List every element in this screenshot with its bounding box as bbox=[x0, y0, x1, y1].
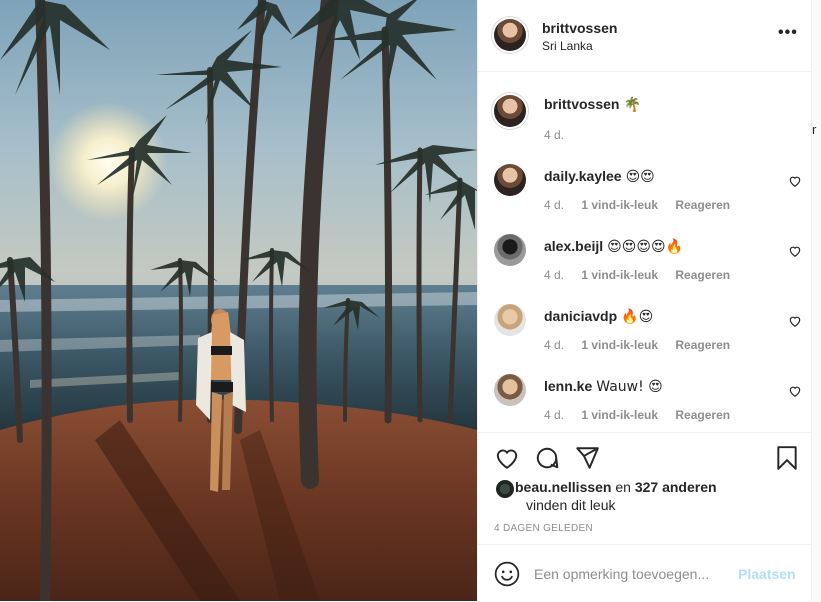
comment-username[interactable]: alex.beijl bbox=[544, 238, 603, 254]
caption-text: 🌴 bbox=[623, 97, 641, 113]
comment-meta: 4 d. 1 vind-ik-leuk Reageren bbox=[544, 338, 744, 352]
comment-username[interactable]: lenn.ke bbox=[544, 378, 592, 394]
comment-avatar[interactable] bbox=[494, 374, 526, 406]
add-comment-form: Plaatsen bbox=[478, 544, 811, 602]
comment-age: 4 d. bbox=[544, 338, 565, 352]
comment-line: daniciavdp 🔥😍 bbox=[544, 308, 653, 325]
comment-meta: 4 d. 1 vind-ik-leuk Reageren bbox=[544, 268, 744, 282]
caption-username[interactable]: brittvossen bbox=[544, 96, 619, 112]
likes-suffix: vinden dit leuk bbox=[526, 497, 616, 513]
partial-text: r bbox=[812, 122, 817, 137]
reply-button[interactable]: Reageren bbox=[675, 198, 730, 212]
comment-text: Wauw! 😍 bbox=[596, 379, 663, 395]
comments-list[interactable]: brittvossen 🌴 4 d. daily.kaylee 😍😍 4 d. 1 … bbox=[478, 72, 811, 431]
comment-age: 4 d. bbox=[544, 408, 565, 422]
bookmark-icon[interactable] bbox=[774, 445, 800, 471]
comment-meta: 4 d. 1 vind-ik-leuk Reageren bbox=[544, 198, 744, 212]
comment-text: 🔥😍 bbox=[621, 309, 654, 325]
comment-heart-icon[interactable] bbox=[788, 384, 802, 398]
comment-line: alex.beijl 😍😍😍😍🔥 bbox=[544, 238, 683, 255]
emoji-icon[interactable] bbox=[494, 561, 520, 587]
likes-connector: en bbox=[615, 479, 631, 495]
comment-avatar[interactable] bbox=[494, 304, 526, 336]
comment-age: 4 d. bbox=[544, 198, 565, 212]
liker-avatar[interactable] bbox=[496, 480, 514, 498]
post-actions: beau.nellissen en 327 anderen vinden dit… bbox=[478, 432, 811, 543]
reply-button[interactable]: Reageren bbox=[675, 338, 730, 352]
comment-age: 4 d. bbox=[544, 268, 565, 282]
comment-likes[interactable]: 1 vind-ik-leuk bbox=[581, 408, 658, 422]
heart-icon[interactable] bbox=[494, 445, 520, 471]
likes-count[interactable]: 327 anderen bbox=[635, 479, 717, 495]
comment-avatar[interactable] bbox=[494, 234, 526, 266]
post-photo[interactable] bbox=[0, 0, 477, 601]
more-options-icon[interactable]: ••• bbox=[778, 24, 798, 42]
comment-likes[interactable]: 1 vind-ik-leuk bbox=[581, 198, 658, 212]
reply-button[interactable]: Reageren bbox=[675, 408, 730, 422]
comment-username[interactable]: daniciavdp bbox=[544, 308, 617, 324]
background-page-edge: r bbox=[812, 0, 821, 601]
comment-username[interactable]: daily.kaylee bbox=[544, 168, 622, 184]
caption-avatar[interactable] bbox=[494, 95, 526, 127]
caption-age: 4 d. bbox=[544, 128, 565, 142]
comment-avatar[interactable] bbox=[494, 164, 526, 196]
comment-line: daily.kaylee 😍😍 bbox=[544, 168, 655, 185]
post-comment-button[interactable]: Plaatsen bbox=[738, 566, 796, 582]
comment-heart-icon[interactable] bbox=[788, 244, 802, 258]
comment-heart-icon[interactable] bbox=[788, 174, 802, 188]
post-header: brittvossen Sri Lanka ••• bbox=[478, 0, 811, 72]
author-username[interactable]: brittvossen bbox=[542, 20, 617, 36]
share-icon[interactable] bbox=[574, 445, 600, 471]
post-timestamp[interactable]: 4 DAGEN GELEDEN bbox=[494, 523, 593, 534]
liker-username[interactable]: beau.nellissen bbox=[515, 479, 611, 495]
comment-text: 😍😍😍😍🔥 bbox=[607, 239, 683, 255]
post-location[interactable]: Sri Lanka bbox=[542, 39, 593, 53]
comment-heart-icon[interactable] bbox=[788, 314, 802, 328]
comment-likes[interactable]: 1 vind-ik-leuk bbox=[581, 338, 658, 352]
likes-line: beau.nellissen en 327 anderen bbox=[515, 478, 717, 496]
beach-palm-scene bbox=[0, 0, 477, 601]
caption-meta: 4 d. bbox=[544, 128, 578, 142]
caption-line: brittvossen 🌴 bbox=[544, 96, 641, 113]
comment-meta: 4 d. 1 vind-ik-leuk Reageren bbox=[544, 408, 744, 422]
comment-input[interactable] bbox=[534, 564, 734, 584]
reply-button[interactable]: Reageren bbox=[675, 268, 730, 282]
post-detail-panel: brittvossen Sri Lanka ••• brittvossen 🌴 4… bbox=[477, 0, 812, 601]
author-avatar[interactable] bbox=[494, 19, 526, 51]
comment-icon[interactable] bbox=[534, 445, 560, 471]
comment-text: 😍😍 bbox=[625, 169, 655, 185]
comment-likes[interactable]: 1 vind-ik-leuk bbox=[581, 268, 658, 282]
comment-line: lenn.ke Wauw! 😍 bbox=[544, 378, 663, 395]
